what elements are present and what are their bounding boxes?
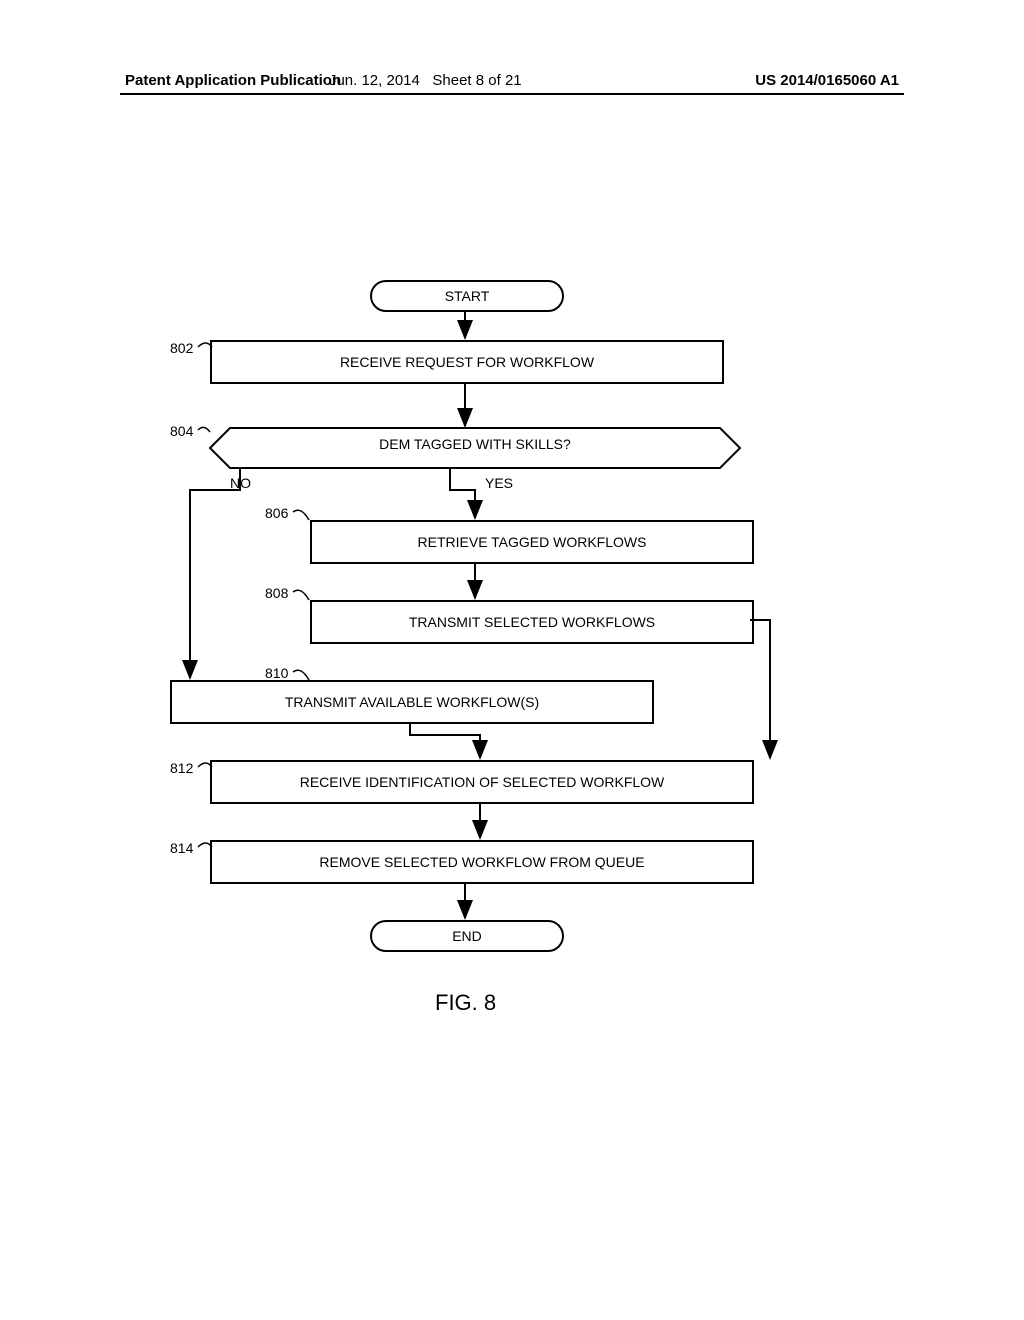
- ref-802: 802: [170, 340, 193, 356]
- ref-812: 812: [170, 760, 193, 776]
- ref-806: 806: [265, 505, 288, 521]
- ref-814: 814: [170, 840, 193, 856]
- figure-caption: FIG. 8: [435, 990, 496, 1016]
- branch-no: NO: [230, 475, 251, 491]
- terminator-end: END: [370, 920, 564, 952]
- process-810: TRANSMIT AVAILABLE WORKFLOW(S): [170, 680, 654, 724]
- process-812: RECEIVE IDENTIFICATION OF SELECTED WORKF…: [210, 760, 754, 804]
- decision-804-text: DEM TAGGED WITH SKILLS?: [210, 436, 740, 452]
- flowchart-canvas: START RECEIVE REQUEST FOR WORKFLOW 802 D…: [150, 280, 874, 1040]
- process-806: RETRIEVE TAGGED WORKFLOWS: [310, 520, 754, 564]
- header-date-sheet: Jun. 12, 2014 Sheet 8 of 21: [329, 72, 522, 89]
- branch-yes: YES: [485, 475, 513, 491]
- header-sheet: Sheet 8 of 21: [432, 72, 521, 89]
- terminator-start: START: [370, 280, 564, 312]
- process-802: RECEIVE REQUEST FOR WORKFLOW: [210, 340, 724, 384]
- header-pubno: US 2014/0165060 A1: [755, 72, 899, 89]
- ref-810: 810: [265, 665, 288, 681]
- header-rule: [120, 93, 904, 95]
- header-date: Jun. 12, 2014: [329, 72, 420, 89]
- ref-804: 804: [170, 423, 193, 439]
- header-publication: Patent Application Publication: [125, 72, 341, 89]
- process-808: TRANSMIT SELECTED WORKFLOWS: [310, 600, 754, 644]
- process-814: REMOVE SELECTED WORKFLOW FROM QUEUE: [210, 840, 754, 884]
- ref-808: 808: [265, 585, 288, 601]
